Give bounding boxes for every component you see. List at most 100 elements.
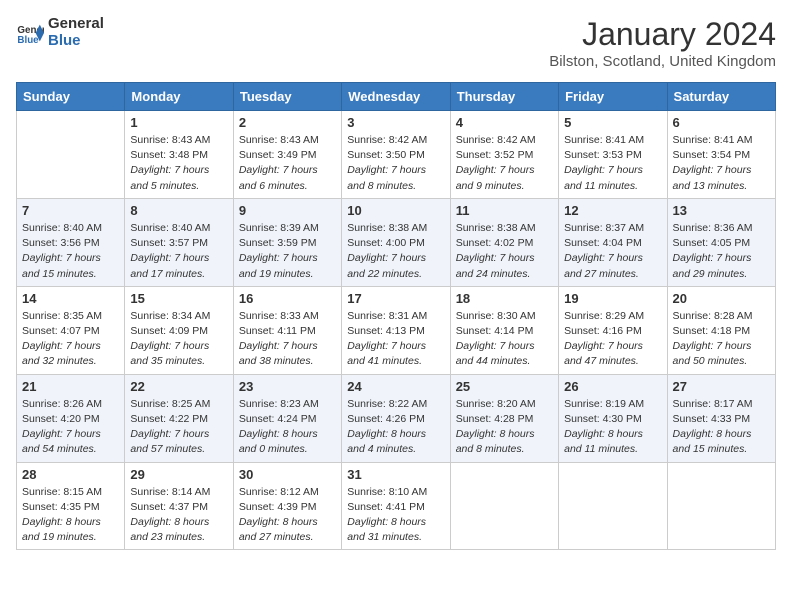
day-number: 18 <box>456 291 553 306</box>
calendar-cell: 23 Sunrise: 8:23 AM Sunset: 4:24 PM Dayl… <box>233 374 341 462</box>
day-number: 13 <box>673 203 770 218</box>
day-info: Sunrise: 8:28 AM Sunset: 4:18 PM Dayligh… <box>673 309 770 370</box>
calendar-cell: 30 Sunrise: 8:12 AM Sunset: 4:39 PM Dayl… <box>233 462 341 550</box>
daylight-label: Daylight: 7 hours and 11 minutes. <box>564 164 643 191</box>
day-number: 11 <box>456 203 553 218</box>
day-number: 2 <box>239 115 336 130</box>
location-subtitle: Bilston, Scotland, United Kingdom <box>549 53 776 70</box>
month-year-title: January 2024 <box>549 16 776 53</box>
calendar-cell: 20 Sunrise: 8:28 AM Sunset: 4:18 PM Dayl… <box>667 286 775 374</box>
day-number: 5 <box>564 115 661 130</box>
day-number: 1 <box>130 115 227 130</box>
daylight-label: Daylight: 7 hours and 35 minutes. <box>130 340 209 367</box>
calendar-cell: 26 Sunrise: 8:19 AM Sunset: 4:30 PM Dayl… <box>559 374 667 462</box>
daylight-label: Daylight: 8 hours and 4 minutes. <box>347 428 426 455</box>
calendar-cell: 3 Sunrise: 8:42 AM Sunset: 3:50 PM Dayli… <box>342 111 450 199</box>
calendar-week-row: 28 Sunrise: 8:15 AM Sunset: 4:35 PM Dayl… <box>17 462 776 550</box>
header-wednesday: Wednesday <box>342 83 450 111</box>
day-info: Sunrise: 8:17 AM Sunset: 4:33 PM Dayligh… <box>673 397 770 458</box>
daylight-label: Daylight: 8 hours and 8 minutes. <box>456 428 535 455</box>
day-number: 16 <box>239 291 336 306</box>
day-number: 10 <box>347 203 444 218</box>
calendar-cell: 8 Sunrise: 8:40 AM Sunset: 3:57 PM Dayli… <box>125 198 233 286</box>
daylight-label: Daylight: 8 hours and 19 minutes. <box>22 516 101 543</box>
calendar-cell: 25 Sunrise: 8:20 AM Sunset: 4:28 PM Dayl… <box>450 374 558 462</box>
day-info: Sunrise: 8:26 AM Sunset: 4:20 PM Dayligh… <box>22 397 119 458</box>
calendar-cell: 15 Sunrise: 8:34 AM Sunset: 4:09 PM Dayl… <box>125 286 233 374</box>
calendar-cell: 24 Sunrise: 8:22 AM Sunset: 4:26 PM Dayl… <box>342 374 450 462</box>
day-number: 8 <box>130 203 227 218</box>
day-number: 14 <box>22 291 119 306</box>
day-number: 23 <box>239 379 336 394</box>
day-info: Sunrise: 8:33 AM Sunset: 4:11 PM Dayligh… <box>239 309 336 370</box>
daylight-label: Daylight: 7 hours and 44 minutes. <box>456 340 535 367</box>
day-number: 9 <box>239 203 336 218</box>
title-block: January 2024 Bilston, Scotland, United K… <box>549 16 776 70</box>
header-saturday: Saturday <box>667 83 775 111</box>
svg-text:Blue: Blue <box>17 34 39 45</box>
daylight-label: Daylight: 7 hours and 8 minutes. <box>347 164 426 191</box>
day-number: 24 <box>347 379 444 394</box>
calendar-cell: 29 Sunrise: 8:14 AM Sunset: 4:37 PM Dayl… <box>125 462 233 550</box>
daylight-label: Daylight: 7 hours and 17 minutes. <box>130 252 209 279</box>
calendar-cell: 10 Sunrise: 8:38 AM Sunset: 4:00 PM Dayl… <box>342 198 450 286</box>
day-info: Sunrise: 8:38 AM Sunset: 4:02 PM Dayligh… <box>456 221 553 282</box>
daylight-label: Daylight: 7 hours and 13 minutes. <box>673 164 752 191</box>
daylight-label: Daylight: 7 hours and 22 minutes. <box>347 252 426 279</box>
day-number: 3 <box>347 115 444 130</box>
day-info: Sunrise: 8:43 AM Sunset: 3:48 PM Dayligh… <box>130 133 227 194</box>
daylight-label: Daylight: 7 hours and 29 minutes. <box>673 252 752 279</box>
calendar-table: SundayMondayTuesdayWednesdayThursdayFrid… <box>16 82 776 550</box>
daylight-label: Daylight: 7 hours and 32 minutes. <box>22 340 101 367</box>
daylight-label: Daylight: 7 hours and 57 minutes. <box>130 428 209 455</box>
calendar-cell: 4 Sunrise: 8:42 AM Sunset: 3:52 PM Dayli… <box>450 111 558 199</box>
calendar-cell: 22 Sunrise: 8:25 AM Sunset: 4:22 PM Dayl… <box>125 374 233 462</box>
daylight-label: Daylight: 7 hours and 50 minutes. <box>673 340 752 367</box>
day-number: 29 <box>130 467 227 482</box>
calendar-cell: 31 Sunrise: 8:10 AM Sunset: 4:41 PM Dayl… <box>342 462 450 550</box>
day-info: Sunrise: 8:41 AM Sunset: 3:54 PM Dayligh… <box>673 133 770 194</box>
calendar-week-row: 1 Sunrise: 8:43 AM Sunset: 3:48 PM Dayli… <box>17 111 776 199</box>
header-friday: Friday <box>559 83 667 111</box>
day-info: Sunrise: 8:38 AM Sunset: 4:00 PM Dayligh… <box>347 221 444 282</box>
day-number: 27 <box>673 379 770 394</box>
daylight-label: Daylight: 8 hours and 23 minutes. <box>130 516 209 543</box>
header-monday: Monday <box>125 83 233 111</box>
day-info: Sunrise: 8:31 AM Sunset: 4:13 PM Dayligh… <box>347 309 444 370</box>
logo-line2: Blue <box>48 33 104 50</box>
day-number: 26 <box>564 379 661 394</box>
header-thursday: Thursday <box>450 83 558 111</box>
day-info: Sunrise: 8:41 AM Sunset: 3:53 PM Dayligh… <box>564 133 661 194</box>
calendar-cell: 7 Sunrise: 8:40 AM Sunset: 3:56 PM Dayli… <box>17 198 125 286</box>
day-info: Sunrise: 8:19 AM Sunset: 4:30 PM Dayligh… <box>564 397 661 458</box>
day-number: 7 <box>22 203 119 218</box>
calendar-cell: 1 Sunrise: 8:43 AM Sunset: 3:48 PM Dayli… <box>125 111 233 199</box>
day-info: Sunrise: 8:42 AM Sunset: 3:52 PM Dayligh… <box>456 133 553 194</box>
day-info: Sunrise: 8:23 AM Sunset: 4:24 PM Dayligh… <box>239 397 336 458</box>
calendar-cell: 28 Sunrise: 8:15 AM Sunset: 4:35 PM Dayl… <box>17 462 125 550</box>
calendar-header-row: SundayMondayTuesdayWednesdayThursdayFrid… <box>17 83 776 111</box>
day-number: 4 <box>456 115 553 130</box>
day-info: Sunrise: 8:37 AM Sunset: 4:04 PM Dayligh… <box>564 221 661 282</box>
day-number: 25 <box>456 379 553 394</box>
header-tuesday: Tuesday <box>233 83 341 111</box>
calendar-cell <box>450 462 558 550</box>
day-info: Sunrise: 8:14 AM Sunset: 4:37 PM Dayligh… <box>130 485 227 546</box>
day-number: 19 <box>564 291 661 306</box>
daylight-label: Daylight: 8 hours and 11 minutes. <box>564 428 643 455</box>
daylight-label: Daylight: 7 hours and 6 minutes. <box>239 164 318 191</box>
day-info: Sunrise: 8:30 AM Sunset: 4:14 PM Dayligh… <box>456 309 553 370</box>
day-number: 30 <box>239 467 336 482</box>
calendar-cell: 21 Sunrise: 8:26 AM Sunset: 4:20 PM Dayl… <box>17 374 125 462</box>
calendar-cell: 19 Sunrise: 8:29 AM Sunset: 4:16 PM Dayl… <box>559 286 667 374</box>
day-number: 15 <box>130 291 227 306</box>
day-number: 21 <box>22 379 119 394</box>
daylight-label: Daylight: 7 hours and 47 minutes. <box>564 340 643 367</box>
day-number: 12 <box>564 203 661 218</box>
day-info: Sunrise: 8:35 AM Sunset: 4:07 PM Dayligh… <box>22 309 119 370</box>
day-number: 22 <box>130 379 227 394</box>
calendar-cell: 17 Sunrise: 8:31 AM Sunset: 4:13 PM Dayl… <box>342 286 450 374</box>
day-info: Sunrise: 8:10 AM Sunset: 4:41 PM Dayligh… <box>347 485 444 546</box>
calendar-week-row: 14 Sunrise: 8:35 AM Sunset: 4:07 PM Dayl… <box>17 286 776 374</box>
day-info: Sunrise: 8:39 AM Sunset: 3:59 PM Dayligh… <box>239 221 336 282</box>
